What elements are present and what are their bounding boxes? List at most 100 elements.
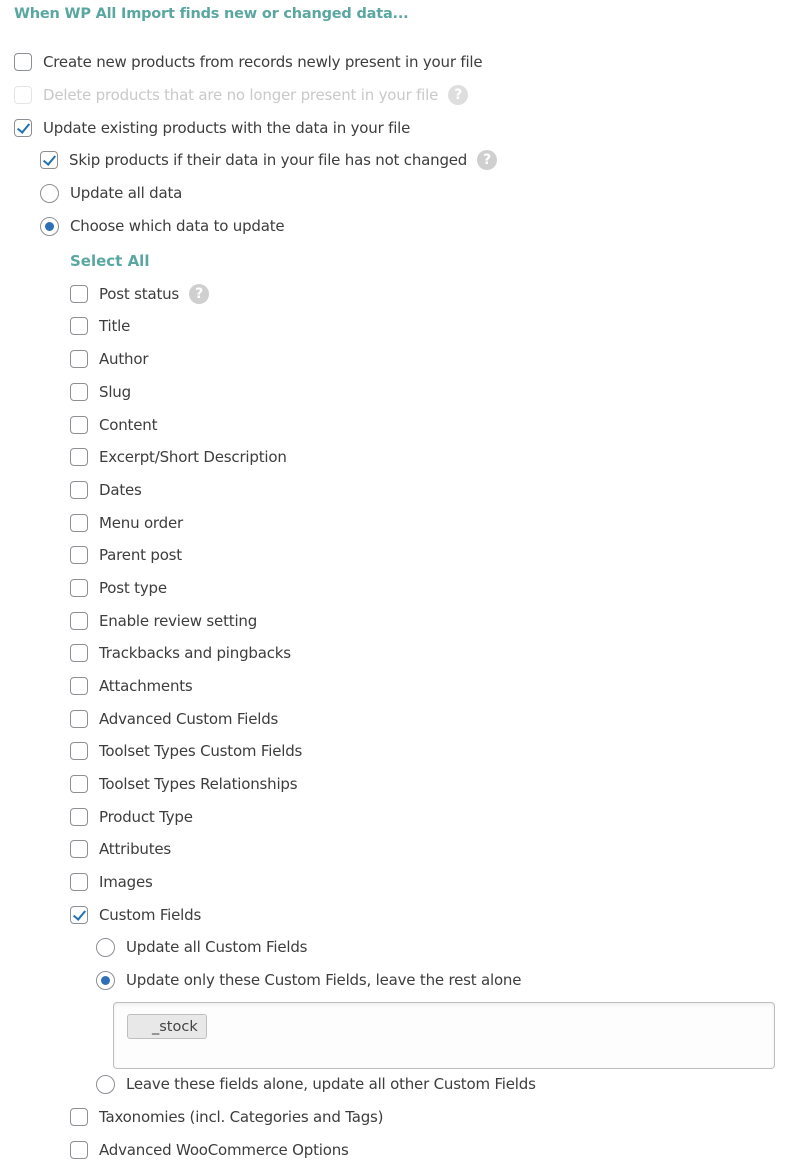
update-all-custom-fields-radio[interactable] xyxy=(96,937,115,957)
field-checkbox[interactable] xyxy=(70,644,88,662)
field-label: Excerpt/Short Description xyxy=(99,448,287,466)
field-option[interactable]: Product Type xyxy=(70,806,193,828)
update-all-data-radio[interactable] xyxy=(40,183,59,203)
update-all-custom-fields-option[interactable]: Update all Custom Fields xyxy=(96,936,307,958)
field-label: Images xyxy=(99,873,153,891)
field-option[interactable]: Images xyxy=(70,871,153,893)
option-label: Update only these Custom Fields, leave t… xyxy=(126,971,522,989)
field-label: Slug xyxy=(99,383,131,401)
field-checkbox[interactable] xyxy=(70,612,88,630)
update-all-data-option[interactable]: Update all data xyxy=(40,182,182,204)
question-icon[interactable]: ? xyxy=(477,150,498,170)
field-option[interactable]: Title xyxy=(70,315,130,337)
field-checkbox[interactable] xyxy=(70,775,88,793)
field-option[interactable]: Attributes xyxy=(70,838,171,860)
field-option[interactable]: Menu order xyxy=(70,512,183,534)
field-checkbox[interactable] xyxy=(70,416,88,434)
custom-fields-checkbox[interactable] xyxy=(70,906,88,924)
field-option[interactable]: Slug xyxy=(70,381,131,403)
field-label: Advanced WooCommerce Options xyxy=(99,1141,349,1159)
field-label: Custom Fields xyxy=(99,906,202,924)
field-label: Toolset Types Custom Fields xyxy=(99,742,303,760)
option-label: Skip products if their data in your file… xyxy=(69,151,468,169)
field-checkbox[interactable] xyxy=(70,350,88,368)
field-option[interactable]: Toolset Types Relationships xyxy=(70,773,298,795)
field-checkbox[interactable] xyxy=(70,840,88,858)
field-label: Content xyxy=(99,416,158,434)
update-existing-products-checkbox[interactable] xyxy=(14,119,32,137)
field-checkbox[interactable] xyxy=(70,317,88,335)
field-label: Title xyxy=(99,317,131,335)
field-checkbox[interactable] xyxy=(70,742,88,760)
delete-missing-products-checkbox xyxy=(14,86,32,104)
choose-data-option[interactable]: Choose which data to update xyxy=(40,215,285,237)
field-option[interactable]: Dates xyxy=(70,479,142,501)
field-label: Post type xyxy=(99,579,167,597)
field-option[interactable]: Author xyxy=(70,348,149,370)
field-checkbox[interactable] xyxy=(70,383,88,401)
option-label: Update all data xyxy=(70,184,183,202)
field-option[interactable]: Attachments xyxy=(70,675,193,697)
field-checkbox[interactable] xyxy=(70,481,88,499)
section-heading: When WP All Import finds new or changed … xyxy=(14,6,409,22)
field-checkbox[interactable] xyxy=(70,873,88,891)
choose-data-radio[interactable] xyxy=(40,216,59,236)
custom-field-tag[interactable]: _stock xyxy=(127,1014,207,1039)
field-option[interactable]: Trackbacks and pingbacks xyxy=(70,642,291,664)
field-label: Menu order xyxy=(99,514,183,532)
field-checkbox[interactable] xyxy=(70,285,88,303)
field-option[interactable]: Enable review setting xyxy=(70,610,257,632)
option-label: Leave these fields alone, update all oth… xyxy=(126,1075,536,1093)
update-existing-products-option[interactable]: Update existing products with the data i… xyxy=(14,117,410,139)
skip-unchanged-checkbox[interactable] xyxy=(40,151,58,169)
field-label: Attachments xyxy=(99,677,193,695)
leave-these-fields-alone-option[interactable]: Leave these fields alone, update all oth… xyxy=(96,1073,536,1095)
create-new-products-checkbox[interactable] xyxy=(14,53,32,71)
field-checkbox[interactable] xyxy=(70,514,88,532)
field-label: Attributes xyxy=(99,840,172,858)
field-option[interactable]: Taxonomies (incl. Categories and Tags) xyxy=(70,1106,383,1128)
field-label: Toolset Types Relationships xyxy=(99,775,298,793)
field-label: Advanced Custom Fields xyxy=(99,710,279,728)
question-icon[interactable]: ? xyxy=(189,284,210,304)
field-checkbox[interactable] xyxy=(70,1108,88,1126)
field-option[interactable]: Post status ? xyxy=(70,283,210,305)
update-only-these-custom-fields-radio[interactable] xyxy=(96,970,115,990)
field-checkbox[interactable] xyxy=(70,710,88,728)
question-icon[interactable]: ? xyxy=(448,85,469,105)
field-option[interactable]: Excerpt/Short Description xyxy=(70,446,287,468)
field-label: Product Type xyxy=(99,808,193,826)
skip-unchanged-option[interactable]: Skip products if their data in your file… xyxy=(40,149,498,171)
field-label: Author xyxy=(99,350,149,368)
custom-fields-option[interactable]: Custom Fields xyxy=(70,904,201,926)
option-label: Update existing products with the data i… xyxy=(43,119,411,137)
field-option[interactable]: Advanced WooCommerce Options xyxy=(70,1139,349,1161)
custom-fields-tag-input[interactable]: _stock xyxy=(113,1002,775,1069)
field-label: Enable review setting xyxy=(99,612,258,630)
delete-missing-products-option: Delete products that are no longer prese… xyxy=(14,84,469,106)
field-option[interactable]: Content xyxy=(70,414,157,436)
leave-these-fields-alone-radio[interactable] xyxy=(96,1074,115,1094)
field-checkbox[interactable] xyxy=(70,677,88,695)
option-label: Create new products from records newly p… xyxy=(43,53,483,71)
field-checkbox[interactable] xyxy=(70,546,88,564)
field-option[interactable]: Post type xyxy=(70,577,167,599)
field-label: Post status xyxy=(99,285,180,303)
select-all-link[interactable]: Select All xyxy=(70,252,149,270)
field-label: Dates xyxy=(99,481,142,499)
field-label: Parent post xyxy=(99,546,182,564)
field-option[interactable]: Toolset Types Custom Fields xyxy=(70,740,302,762)
option-label: Update all Custom Fields xyxy=(126,938,308,956)
create-new-products-option[interactable]: Create new products from records newly p… xyxy=(14,51,483,73)
field-checkbox[interactable] xyxy=(70,448,88,466)
field-label: Trackbacks and pingbacks xyxy=(99,644,291,662)
field-label: Taxonomies (incl. Categories and Tags) xyxy=(99,1108,384,1126)
field-checkbox[interactable] xyxy=(70,1141,88,1159)
field-option[interactable]: Parent post xyxy=(70,544,182,566)
field-option[interactable]: Advanced Custom Fields xyxy=(70,708,278,730)
update-only-these-custom-fields-option[interactable]: Update only these Custom Fields, leave t… xyxy=(96,969,521,991)
option-label: Delete products that are no longer prese… xyxy=(43,86,439,104)
field-checkbox[interactable] xyxy=(70,579,88,597)
field-checkbox[interactable] xyxy=(70,808,88,826)
option-label: Choose which data to update xyxy=(70,217,285,235)
